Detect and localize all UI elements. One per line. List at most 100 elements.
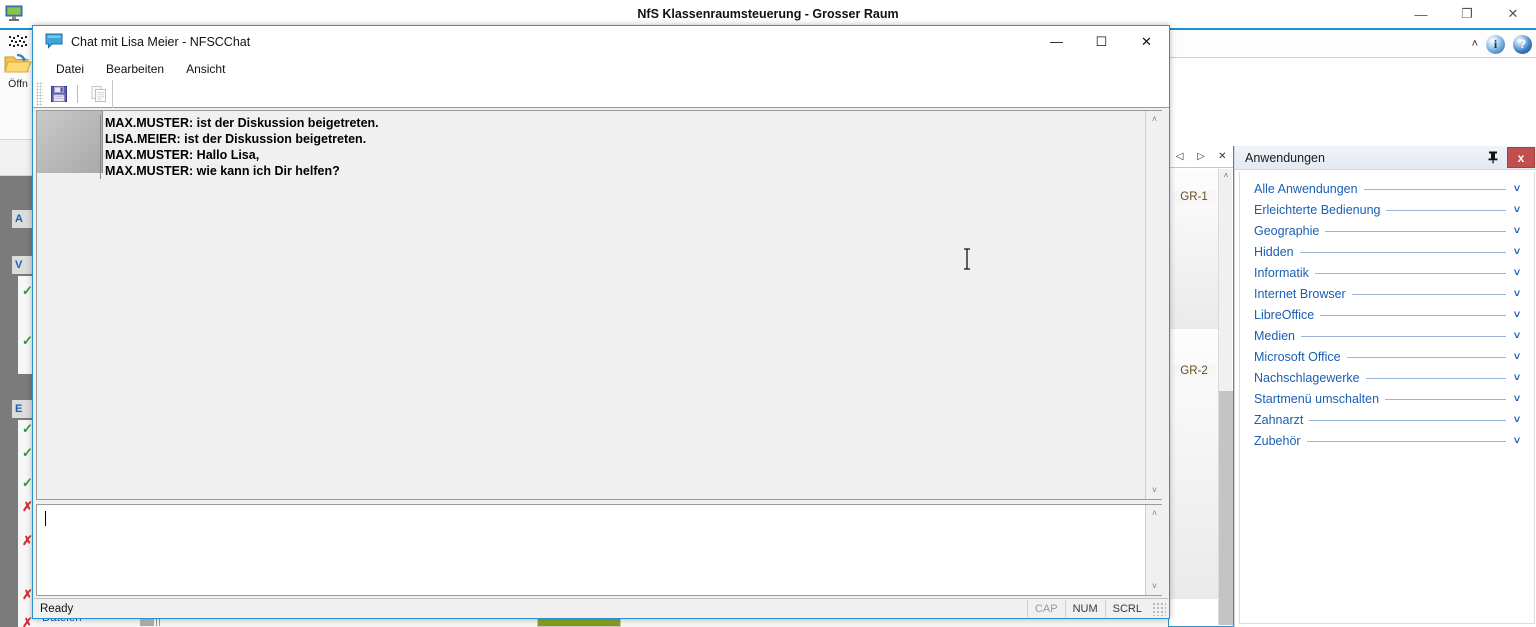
chevron-down-icon[interactable]: ˅ bbox=[1506, 267, 1528, 279]
category-row[interactable]: Hidden ˅ bbox=[1240, 241, 1534, 262]
thumbnail-label: GR-2 bbox=[1172, 365, 1216, 377]
category-row[interactable]: Internet Browser ˅ bbox=[1240, 283, 1534, 304]
statusbar-indicators: CAP NUM SCRL bbox=[1026, 599, 1168, 618]
chevron-down-icon[interactable]: ˅ bbox=[1506, 246, 1528, 258]
category-row[interactable]: Geographie ˅ bbox=[1240, 220, 1534, 241]
app-subtoolbar-right-icons: ˄ bbox=[1472, 31, 1532, 57]
chat-minimize-button[interactable]: — bbox=[1034, 26, 1079, 57]
thumbnail-list: GR-1 GR-2 bbox=[1170, 169, 1218, 625]
toolbar-grip[interactable] bbox=[36, 81, 43, 106]
save-button[interactable] bbox=[46, 82, 72, 106]
category-rule bbox=[1363, 189, 1506, 190]
thumbnail-gr-1[interactable]: GR-1 bbox=[1170, 169, 1218, 329]
category-rule bbox=[1320, 315, 1506, 316]
chat-message: MAX.MUSTER: Hallo Lisa, bbox=[105, 148, 260, 162]
category-rule bbox=[1309, 420, 1506, 421]
category-label: Startmenü umschalten bbox=[1254, 391, 1380, 406]
chevron-down-icon[interactable]: ˅ bbox=[1506, 414, 1528, 426]
open-button-label: Öffn bbox=[8, 78, 28, 90]
save-floppy-icon bbox=[51, 85, 67, 102]
chevron-up-icon[interactable]: ˄ bbox=[1472, 38, 1478, 50]
chevron-down-icon[interactable]: ˅ bbox=[1506, 225, 1528, 237]
thumbnail-gr-2[interactable]: GR-2 bbox=[1170, 329, 1218, 599]
mouse-text-cursor bbox=[963, 248, 971, 270]
dock-header: Anwendungen x bbox=[1235, 146, 1536, 170]
thumbnail-label: GR-1 bbox=[1172, 191, 1216, 203]
next-button[interactable]: ▷ bbox=[1193, 151, 1209, 162]
category-label: Zahnarzt bbox=[1254, 412, 1304, 427]
chat-message-log[interactable]: MAX.MUSTER: ist der Diskussion beigetret… bbox=[36, 110, 1162, 500]
chevron-down-icon[interactable]: ˅ bbox=[1506, 288, 1528, 300]
chat-log-scrollbar[interactable]: ˄ ˅ bbox=[1145, 111, 1162, 499]
category-label: Zubehör bbox=[1254, 433, 1301, 448]
cap-indicator: CAP bbox=[1026, 599, 1065, 618]
category-row[interactable]: Informatik ˅ bbox=[1240, 262, 1534, 283]
scrollbar-thumb[interactable] bbox=[1219, 391, 1233, 625]
toolbar-separator bbox=[77, 84, 78, 103]
category-row[interactable]: Erleichterte Bedienung ˅ bbox=[1240, 199, 1534, 220]
chevron-down-icon[interactable]: ˅ bbox=[1506, 372, 1528, 384]
category-rule bbox=[1306, 441, 1506, 442]
resize-grip[interactable] bbox=[1152, 601, 1166, 616]
applications-dock: Anwendungen x Alle Anwendungen ˅ Erleich… bbox=[1234, 146, 1536, 627]
chevron-down-icon[interactable]: ˅ bbox=[1506, 309, 1528, 321]
help-icon[interactable] bbox=[1513, 34, 1532, 54]
chevron-down-icon[interactable]: ˅ bbox=[1506, 435, 1528, 447]
app-close-button[interactable]: ✕ bbox=[1490, 0, 1536, 28]
info-icon[interactable] bbox=[1486, 34, 1505, 54]
category-label: LibreOffice bbox=[1254, 307, 1315, 322]
scroll-down-icon[interactable]: ˅ bbox=[1146, 482, 1163, 499]
category-row[interactable]: Nachschlagewerke ˅ bbox=[1240, 367, 1534, 388]
scroll-up-icon[interactable]: ˄ bbox=[1146, 111, 1163, 128]
screen-root: NfS Klassenraumsteuerung - Grosser Raum … bbox=[0, 0, 1536, 627]
chat-window-title: Chat mit Lisa Meier - NFSCChat bbox=[71, 35, 251, 49]
pin-icon[interactable] bbox=[1485, 150, 1501, 166]
left-ribbon: Öffn bbox=[0, 30, 36, 140]
chat-maximize-button[interactable]: ☐ bbox=[1079, 26, 1124, 57]
chat-message: MAX.MUSTER: wie kann ich Dir helfen? bbox=[105, 164, 340, 178]
copy-button[interactable] bbox=[86, 82, 112, 106]
chevron-down-icon[interactable]: ˅ bbox=[1506, 351, 1528, 363]
scroll-down-icon[interactable]: ˅ bbox=[1146, 578, 1163, 595]
chat-message-lines: MAX.MUSTER: ist der Diskussion beigetret… bbox=[105, 115, 379, 179]
chat-input-scrollbar[interactable]: ˄ ˅ bbox=[1145, 505, 1162, 595]
scroll-up-icon[interactable]: ˄ bbox=[1219, 169, 1233, 183]
scatter-dots-icon[interactable] bbox=[8, 35, 28, 49]
category-row[interactable]: Startmenü umschalten ˅ bbox=[1240, 388, 1534, 409]
chat-menubar: Datei Bearbeiten Ansicht bbox=[33, 58, 1169, 80]
category-rule bbox=[1386, 210, 1506, 211]
chevron-down-icon[interactable]: ˅ bbox=[1506, 204, 1528, 216]
left-spacer bbox=[0, 140, 36, 176]
menu-bearbeiten[interactable]: Bearbeiten bbox=[95, 60, 175, 78]
chevron-down-icon[interactable]: ˅ bbox=[1506, 393, 1528, 405]
prev-button[interactable]: ◁ bbox=[1172, 151, 1188, 162]
category-label: Internet Browser bbox=[1254, 286, 1346, 301]
chat-input-box[interactable] bbox=[36, 504, 1162, 596]
category-row[interactable]: Alle Anwendungen ˅ bbox=[1240, 178, 1534, 199]
app-maximize-button[interactable]: ❐ bbox=[1444, 0, 1490, 28]
dock-close-button[interactable]: x bbox=[1507, 147, 1535, 168]
category-row[interactable]: Zahnarzt ˅ bbox=[1240, 409, 1534, 430]
status-text: Ready bbox=[40, 602, 74, 615]
copy-icon bbox=[91, 85, 106, 102]
category-row[interactable]: Zubehör ˅ bbox=[1240, 430, 1534, 451]
thumbnail-scrollbar[interactable]: ˄ bbox=[1218, 169, 1233, 625]
menu-ansicht[interactable]: Ansicht bbox=[175, 60, 236, 78]
chat-titlebar: Chat mit Lisa Meier - NFSCChat — ☐ ✕ bbox=[33, 26, 1169, 58]
folder-open-icon bbox=[4, 52, 32, 76]
app-minimize-button[interactable]: — bbox=[1398, 0, 1444, 28]
category-row[interactable]: LibreOffice ˅ bbox=[1240, 304, 1534, 325]
close-panel-button[interactable]: ✕ bbox=[1214, 151, 1230, 162]
chat-close-button[interactable]: ✕ bbox=[1124, 26, 1169, 57]
category-label: Informatik bbox=[1254, 265, 1309, 280]
scroll-up-icon[interactable]: ˄ bbox=[1146, 505, 1163, 522]
category-row[interactable]: Medien ˅ bbox=[1240, 325, 1534, 346]
category-rule bbox=[1325, 231, 1506, 232]
chevron-down-icon[interactable]: ˅ bbox=[1506, 330, 1528, 342]
category-row[interactable]: Microsoft Office ˅ bbox=[1240, 346, 1534, 367]
open-button[interactable]: Öffn bbox=[2, 52, 34, 108]
menu-datei[interactable]: Datei bbox=[45, 60, 95, 78]
category-label: Erleichterte Bedienung bbox=[1254, 202, 1381, 217]
chevron-down-icon[interactable]: ˅ bbox=[1506, 183, 1528, 195]
chat-message: MAX.MUSTER: ist der Diskussion beigetret… bbox=[105, 116, 379, 130]
